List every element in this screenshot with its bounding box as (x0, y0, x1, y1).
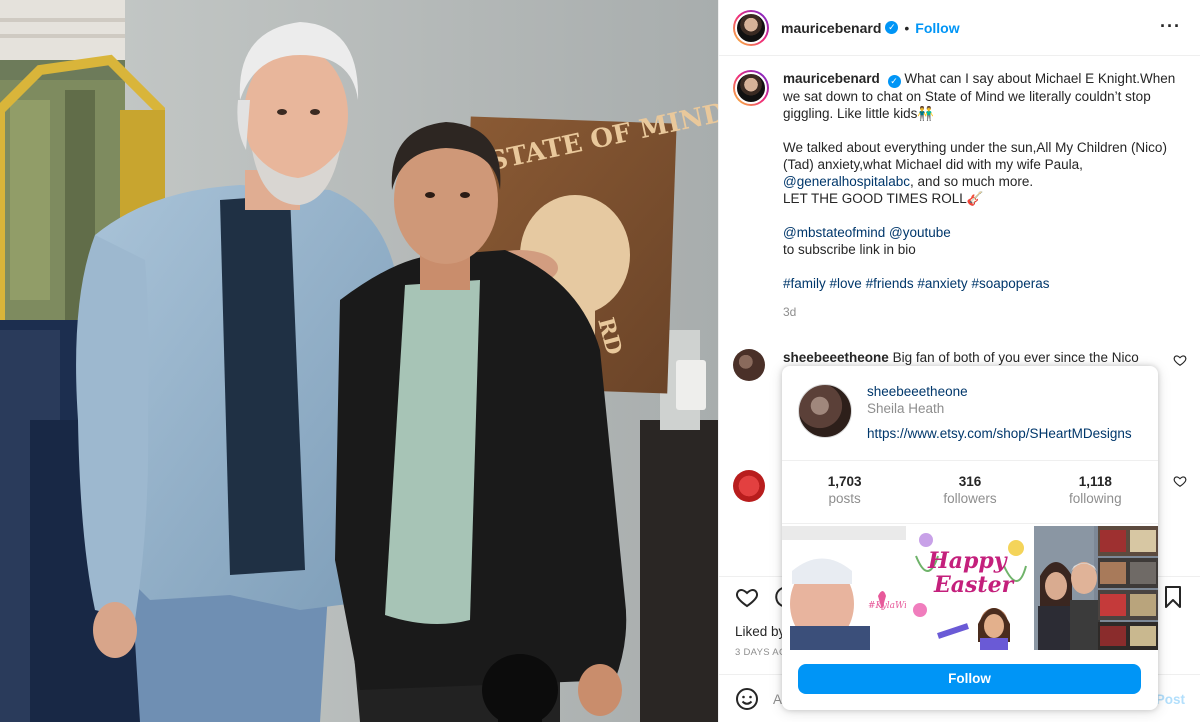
caption-text: mauricebenard ✓ What can I say about Mic… (783, 70, 1183, 292)
comment-body: Big fan of both of you ever since the Ni… (892, 350, 1139, 365)
mention-youtube[interactable]: @youtube (889, 225, 951, 240)
stat-followers: 316 followers (907, 461, 1032, 523)
hovercard-avatar[interactable] (798, 384, 852, 438)
hashtag-soapoperas[interactable]: #soapoperas (971, 276, 1049, 291)
post-header: mauricebenard ✓ • Follow ··· (719, 0, 1200, 56)
photo-image: STATE OF MIND RD (0, 0, 718, 722)
liked-by-text[interactable]: Liked by (735, 624, 785, 639)
profile-hover-card: sheebeeetheone Sheila Heath https://www.… (782, 366, 1158, 710)
comment-item: sheebeeetheone Big fan of both of you ev… (733, 349, 1187, 381)
header-separator: • (904, 19, 910, 36)
hovercard-full-name: Sheila Heath (867, 401, 945, 416)
recent-post-thumbnail[interactable] (1034, 526, 1158, 650)
verified-badge-icon: ✓ (887, 75, 901, 88)
hashtag-friends[interactable]: #friends (866, 276, 914, 291)
stat-followers-count: 316 (958, 474, 982, 489)
comment-text: sheebeeetheone Big fan of both of you ev… (783, 349, 1183, 366)
thumb2-text-2: Easter (933, 572, 1015, 598)
commenter-avatar[interactable] (733, 349, 765, 381)
commenter-username[interactable]: sheebeeetheone (783, 350, 889, 365)
stat-posts-count: 1,703 (827, 474, 862, 489)
post-photo[interactable]: STATE OF MIND RD (0, 0, 718, 722)
follow-button[interactable]: Follow (915, 20, 959, 36)
stat-followers-label: followers (943, 491, 997, 506)
caption-username[interactable]: mauricebenard (783, 71, 880, 86)
mention-mbstateofmind[interactable]: @mbstateofmind (783, 225, 885, 240)
caption-line-3: to subscribe link in bio (783, 242, 916, 257)
author-avatar[interactable] (733, 9, 769, 46)
post-date[interactable]: 3 DAYS AG (735, 647, 787, 658)
recent-post-thumbnail[interactable]: Happy Easter (908, 526, 1032, 650)
hovercard-stats: 1,703 posts 316 followers 1,118 followin… (782, 460, 1158, 524)
more-horizontal-icon[interactable]: ··· (1160, 16, 1181, 37)
thumb2-text-1: Happy (927, 548, 1009, 574)
save-bookmark-icon[interactable] (1161, 585, 1185, 609)
caption-line-2a: We talked about everything under the sun… (783, 140, 1167, 172)
stat-posts-label: posts (828, 491, 861, 506)
verified-badge-icon: ✓ (885, 21, 899, 34)
author-username[interactable]: mauricebenard (781, 20, 881, 36)
commenter-avatar[interactable] (733, 470, 765, 502)
caption-line-2c: LET THE GOOD TIMES ROLL🎸 (783, 191, 984, 206)
hashtag-family[interactable]: #family (783, 276, 826, 291)
hashtag-love[interactable]: #love (830, 276, 862, 291)
post-comment-button[interactable]: Post (1156, 692, 1185, 707)
stat-following-label: following (1069, 491, 1122, 506)
thumb1-text: #KylaWick (868, 601, 906, 611)
recent-post-thumbnail[interactable]: #KylaWick (782, 526, 906, 650)
caption-avatar[interactable] (733, 70, 769, 106)
post-caption: mauricebenard ✓ What can I say about Mic… (733, 70, 1183, 319)
add-comment-input[interactable]: A (773, 692, 782, 707)
stat-following-count: 1,118 (1078, 474, 1112, 489)
hovercard-website-link[interactable]: https://www.etsy.com/shop/SHeartMDesigns (867, 426, 1132, 441)
stat-following: 1,118 following (1033, 461, 1158, 523)
like-comment-heart-icon[interactable] (1173, 474, 1187, 488)
mention-generalhospitalabc[interactable]: @generalhospitalabc (783, 174, 910, 189)
caption-line-2b: , and so much more. (910, 174, 1034, 189)
hashtag-anxiety[interactable]: #anxiety (917, 276, 967, 291)
post-time[interactable]: 3d (783, 305, 1183, 319)
stat-posts: 1,703 posts (782, 461, 907, 523)
like-comment-heart-icon[interactable] (1173, 353, 1187, 367)
hovercard-username[interactable]: sheebeeetheone (867, 384, 968, 399)
like-heart-icon[interactable] (735, 585, 759, 609)
emoji-icon[interactable] (735, 687, 759, 711)
hovercard-follow-button[interactable]: Follow (798, 664, 1141, 694)
hovercard-recent-posts: #KylaWick Happy Easter (782, 526, 1158, 650)
